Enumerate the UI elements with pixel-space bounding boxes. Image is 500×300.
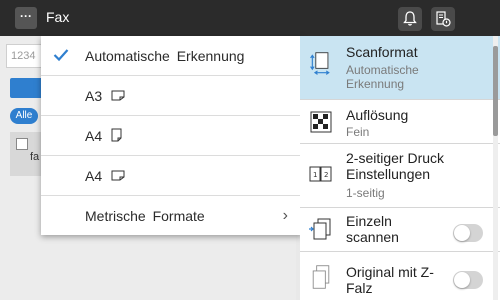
setting-z-fold[interactable]: Original mit Z-Falz	[300, 252, 500, 300]
setting-duplex[interactable]: 1 2 2-seitiger Druck Einstellungen 1-sei…	[300, 144, 500, 208]
settings-scrollbar[interactable]	[493, 36, 498, 300]
notification-button[interactable]	[398, 7, 422, 31]
toggle-knob	[454, 225, 470, 241]
setting-scan-size[interactable]: Scanformat Automatische Erkennung	[300, 36, 500, 100]
paper-landscape-icon	[111, 90, 125, 101]
setting-title: Original mit Z-Falz	[346, 264, 434, 296]
duplex-icon: 1 2	[309, 166, 332, 182]
separate-scan-icon	[309, 218, 331, 240]
dropdown-item-metric-formats[interactable]: Metrische Formate ›	[41, 196, 302, 236]
destination-checkbox[interactable]	[16, 138, 28, 150]
setting-value: Automatische Erkennung	[346, 63, 419, 91]
setting-title: 2-seitiger Druck Einstellungen	[346, 150, 445, 182]
setting-title: Scanformat	[346, 44, 418, 60]
dropdown-item-auto-detect[interactable]: Automatische Erkennung	[41, 36, 302, 76]
paper-portrait-icon	[111, 128, 122, 142]
job-status-button[interactable]	[431, 7, 455, 31]
settings-panel: Scanformat Automatische Erkennung Auflös…	[300, 36, 500, 300]
dropdown-item-label: A3	[85, 88, 103, 104]
setting-value: 1-seitig	[346, 186, 385, 200]
z-fold-toggle[interactable]	[453, 271, 483, 289]
fax-number-placeholder: 1234	[11, 50, 36, 62]
scan-size-dropdown: Automatische Erkennung A3 A4 A4 Metrisch…	[41, 36, 302, 235]
toggle-knob	[454, 272, 470, 288]
dropdown-item-label: Automatische Erkennung	[85, 48, 245, 64]
setting-resolution[interactable]: Auflösung Fein	[300, 100, 500, 144]
resolution-icon	[310, 111, 332, 133]
dropdown-item-a3[interactable]: A3	[41, 76, 302, 116]
filter-all-chip[interactable]: Alle	[10, 108, 38, 124]
paper-landscape-icon	[111, 170, 125, 181]
bell-icon	[403, 11, 417, 26]
dropdown-item-a4-portrait[interactable]: A4	[41, 116, 302, 156]
destination-card-label: fa	[30, 151, 40, 163]
scan-size-icon	[310, 52, 330, 75]
setting-title: Auflösung	[346, 107, 409, 123]
dropdown-item-label: Metrische Formate	[85, 208, 205, 224]
setting-value: Fein	[346, 125, 370, 139]
checkmark-icon	[53, 49, 69, 62]
scrollbar-thumb[interactable]	[493, 46, 498, 136]
dropdown-item-a4-landscape[interactable]: A4	[41, 156, 302, 196]
separate-scan-toggle[interactable]	[453, 224, 483, 242]
svg-text:1: 1	[313, 171, 317, 179]
dropdown-item-label: A4	[85, 168, 103, 184]
setting-separate-scan[interactable]: Einzeln scannen	[300, 208, 500, 252]
top-bar: ··· Fax	[0, 0, 500, 36]
dropdown-item-label: A4	[85, 128, 103, 144]
setting-title: Einzeln scannen	[346, 213, 399, 245]
z-fold-icon	[312, 265, 330, 289]
svg-text:2: 2	[324, 171, 328, 179]
app-title: Fax	[46, 9, 70, 25]
document-status-icon	[436, 11, 451, 27]
chevron-right-icon: ›	[282, 207, 288, 224]
menu-button[interactable]: ···	[15, 7, 37, 29]
